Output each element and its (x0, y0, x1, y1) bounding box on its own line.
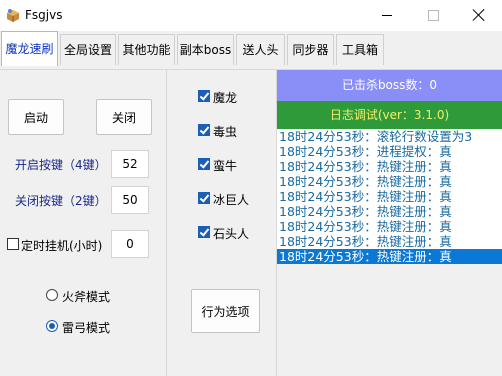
target-checkbox-bull[interactable] (198, 158, 210, 170)
app-icon (7, 9, 19, 22)
log-line[interactable]: 18时24分53秒：热键注册：真 (277, 174, 502, 189)
stop-key-label: 关闭按键（2键） (15, 194, 107, 208)
stop-button[interactable]: 关闭 (96, 99, 152, 135)
tab-dragon-fast[interactable]: 魔龙速刷 (1, 31, 58, 66)
log-line[interactable]: 18时24分53秒：进程提权：真 (277, 144, 502, 159)
target-checkbox-ice-giant[interactable] (198, 192, 210, 204)
minimize-icon (382, 14, 392, 16)
log-line[interactable]: 18时24分53秒：热键注册：真 (277, 189, 502, 204)
bow-mode-radio[interactable] (46, 320, 58, 332)
app-window: Fsgjvs 魔龙速刷 全局设置 其他功能 副本boss 送人头 同步器 工具箱… (0, 0, 502, 376)
log-line-selected[interactable]: 18时24分53秒：热键注册：真 (277, 249, 502, 264)
axe-mode-label: 火斧模式 (62, 290, 111, 304)
target-checkbox-poison-bug[interactable] (198, 124, 210, 136)
window-title: Fsgjvs (25, 8, 63, 22)
log-line[interactable]: 18时24分53秒：热键注册：真 (277, 234, 502, 249)
bow-mode-label: 雷弓模式 (62, 321, 111, 335)
boss-kill-count: 已击杀boss数：0 (277, 70, 502, 101)
start-button[interactable]: 启动 (8, 99, 64, 135)
log-line[interactable]: 18时24分53秒：热键注册：真 (277, 204, 502, 219)
behavior-options-button[interactable]: 行为选项 (191, 289, 260, 333)
target-checkbox-stone-golem[interactable] (198, 226, 210, 238)
close-button[interactable] (456, 0, 502, 30)
start-key-input[interactable]: 52 (111, 150, 149, 178)
log-empty-area (277, 264, 502, 376)
tab-other-functions[interactable]: 其他功能 (118, 34, 175, 65)
log-line[interactable]: 18时24分53秒：热键注册：真 (277, 159, 502, 174)
target-checkbox-dragon[interactable] (198, 90, 210, 102)
tab-panel: 启动 关闭 开启按键（4键） 52 关闭按键（2键） 50 定时挂机(小时) 0… (0, 69, 502, 376)
tab-send-heads[interactable]: 送人头 (236, 34, 285, 65)
target-label-ice-giant: 冰巨人 (213, 193, 250, 207)
target-label-stone-golem: 石头人 (213, 227, 250, 241)
close-icon (473, 9, 485, 21)
title-bar: Fsgjvs (0, 0, 502, 30)
log-line[interactable]: 18时24分53秒：热键注册：真 (277, 219, 502, 234)
target-label-poison-bug: 毒虫 (213, 125, 238, 139)
log-list[interactable]: 18时24分53秒：滚轮行数设置为3 18时24分53秒：进程提权：真 18时2… (277, 129, 502, 264)
timer-checkbox[interactable] (7, 238, 19, 250)
timer-hours-input[interactable]: 0 (111, 230, 149, 258)
tab-dungeon-boss[interactable]: 副本boss (177, 34, 234, 65)
timer-label: 定时挂机(小时) (21, 239, 103, 253)
debug-log-header: 日志调试(ver：3.1.0) (277, 101, 502, 129)
axe-mode-radio[interactable] (46, 289, 58, 301)
stop-key-input[interactable]: 50 (111, 186, 149, 214)
maximize-button[interactable] (410, 0, 456, 30)
target-label-bull: 蛮牛 (213, 159, 238, 173)
tab-toolbox[interactable]: 工具箱 (336, 34, 384, 65)
log-line[interactable]: 18时24分53秒：滚轮行数设置为3 (277, 129, 502, 144)
tab-bar: 魔龙速刷 全局设置 其他功能 副本boss 送人头 同步器 工具箱 (0, 31, 502, 69)
start-key-label: 开启按键（4键） (15, 158, 107, 172)
tab-synchronizer[interactable]: 同步器 (287, 34, 334, 65)
tab-global-settings[interactable]: 全局设置 (60, 34, 116, 65)
target-label-dragon: 魔龙 (213, 91, 238, 105)
minimize-button[interactable] (364, 0, 410, 30)
maximize-icon (427, 9, 439, 21)
divider (166, 70, 167, 376)
